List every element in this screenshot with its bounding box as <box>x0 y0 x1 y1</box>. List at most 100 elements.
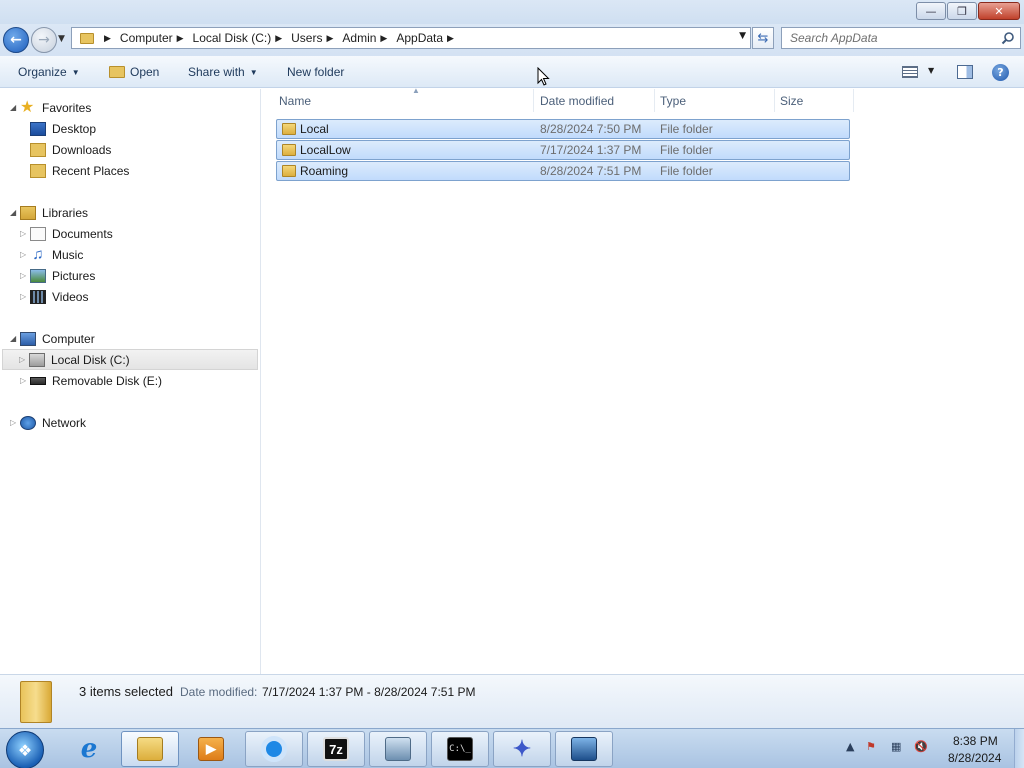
nav-recent-places[interactable]: Recent Places <box>30 160 129 181</box>
nav-computer[interactable]: ◢ Computer <box>10 328 95 349</box>
chevron-down-icon: ▼ <box>249 67 258 77</box>
taskbar-internet-explorer[interactable]: e <box>60 731 118 767</box>
breadcrumb-local-disk[interactable]: Local Disk (C:) ▶ <box>193 31 292 45</box>
change-view-icon[interactable] <box>902 66 918 78</box>
nav-network[interactable]: ▷ Network <box>10 412 86 433</box>
nav-favorites[interactable]: ◢ ★ Favorites <box>10 97 91 118</box>
breadcrumb-root-arrow[interactable]: ▶ <box>100 33 120 44</box>
file-date: 8/28/2024 7:50 PM <box>540 122 642 136</box>
column-header-type[interactable]: Type <box>655 89 775 112</box>
search-icon[interactable] <box>1001 31 1015 45</box>
bird-icon: ✦ <box>512 736 532 761</box>
folder-icon <box>282 123 296 135</box>
taskbar-bird-app[interactable]: ✦ <box>493 731 551 767</box>
refresh-button[interactable]: ⇆ <box>752 27 774 49</box>
start-button[interactable]: ❖ <box>6 731 44 768</box>
nav-downloads[interactable]: Downloads <box>30 139 111 160</box>
documents-icon <box>30 226 46 241</box>
show-hidden-icons-icon[interactable]: ▲ <box>846 740 854 753</box>
nav-label: Music <box>52 247 84 262</box>
view-options-dropdown[interactable]: ▼ <box>928 66 934 75</box>
taskbar-virtualbox[interactable] <box>555 731 613 767</box>
nav-label: Local Disk (C:) <box>51 352 130 367</box>
column-header-name[interactable]: Name ▲ <box>274 86 534 112</box>
network-status-icon[interactable]: ▦ <box>891 740 901 753</box>
expand-arrow-icon[interactable]: ▷ <box>20 229 30 238</box>
file-type: File folder <box>660 143 713 157</box>
expand-arrow-icon[interactable]: ▷ <box>20 271 30 280</box>
expand-arrow-icon[interactable]: ▷ <box>10 418 20 427</box>
volume-muted-icon[interactable]: 🔇 <box>914 740 928 753</box>
selection-count: 3 items selected <box>79 684 173 699</box>
breadcrumb-admin[interactable]: Admin ▶ <box>342 31 396 45</box>
title-bar: — ❐ ✕ <box>0 0 1024 24</box>
expand-arrow-icon[interactable]: ▷ <box>20 376 30 385</box>
taskbar-notepad[interactable] <box>369 731 427 767</box>
nav-local-disk[interactable]: ▷ Local Disk (C:) <box>2 349 258 370</box>
close-button[interactable]: ✕ <box>978 2 1020 20</box>
expand-arrow-icon[interactable]: ▷ <box>20 250 30 259</box>
back-button[interactable]: ← <box>3 27 29 53</box>
file-list[interactable]: Name ▲ Date modified Type Size Local 8/2… <box>262 86 1024 674</box>
taskbar-windows-explorer[interactable] <box>121 731 179 767</box>
nav-label: Recent Places <box>52 163 130 178</box>
help-icon[interactable]: ? <box>992 64 1009 81</box>
command-bar: Organize ▼ Open Share with ▼ New folder ▼ … <box>0 56 1024 88</box>
expand-arrow-icon[interactable]: ◢ <box>10 103 20 112</box>
removable-disk-icon <box>30 376 46 385</box>
action-center-icon[interactable]: ⚑ <box>866 740 876 753</box>
taskbar-7zip[interactable]: 7z <box>307 731 365 767</box>
new-folder-label: New folder <box>287 65 345 79</box>
computer-icon <box>20 331 36 346</box>
folder-icon <box>282 144 296 156</box>
expand-arrow-icon[interactable]: ▷ <box>19 355 29 364</box>
expand-arrow-icon[interactable]: ◢ <box>10 208 20 217</box>
chrome-icon <box>261 736 287 762</box>
nav-removable-disk[interactable]: ▷ Removable Disk (E:) <box>20 370 162 391</box>
downloads-icon <box>30 142 46 157</box>
cube-icon <box>571 737 597 761</box>
show-desktop-button[interactable] <box>1014 729 1024 768</box>
breadcrumb-users[interactable]: Users ▶ <box>291 31 342 45</box>
nav-label: Removable Disk (E:) <box>52 373 163 388</box>
organize-button[interactable]: Organize ▼ <box>18 65 80 79</box>
nav-label: Network <box>42 415 87 430</box>
clock-date[interactable]: 8/28/2024 <box>948 751 1001 765</box>
minimize-button[interactable]: — <box>916 2 946 20</box>
nav-label: Desktop <box>52 121 97 136</box>
nav-documents[interactable]: ▷ Documents <box>20 223 113 244</box>
recent-pages-dropdown[interactable]: ▼ <box>58 34 65 44</box>
search-input[interactable] <box>790 31 990 45</box>
nav-desktop[interactable]: Desktop <box>30 118 96 139</box>
search-box[interactable] <box>781 27 1021 49</box>
taskbar-media-player[interactable]: ▶ <box>182 731 240 767</box>
taskbar-command-prompt[interactable]: C:\_ <box>431 731 489 767</box>
taskbar-chrome[interactable] <box>245 731 303 767</box>
open-button[interactable]: Open <box>109 65 159 79</box>
maximize-button[interactable]: ❐ <box>947 2 977 20</box>
file-date: 8/28/2024 7:51 PM <box>540 164 642 178</box>
column-header-date-modified[interactable]: Date modified <box>535 89 655 112</box>
nav-music[interactable]: ▷ ♫ Music <box>20 244 83 265</box>
file-row[interactable]: Roaming 8/28/2024 7:51 PM File folder <box>276 161 850 181</box>
new-folder-button[interactable]: New folder <box>287 65 344 79</box>
expand-arrow-icon[interactable]: ◢ <box>10 334 20 343</box>
share-with-button[interactable]: Share with ▼ <box>188 65 258 79</box>
file-row[interactable]: Local 8/28/2024 7:50 PM File folder <box>276 119 850 139</box>
breadcrumb-appdata[interactable]: AppData ▶ <box>396 31 463 45</box>
nav-videos[interactable]: ▷ Videos <box>20 286 88 307</box>
nav-libraries[interactable]: ◢ Libraries <box>10 202 88 223</box>
chevron-down-icon: ▼ <box>71 67 80 77</box>
nav-pictures[interactable]: ▷ Pictures <box>20 265 95 286</box>
breadcrumb-computer[interactable]: Computer ▶ <box>120 31 193 45</box>
column-header-size[interactable]: Size <box>775 89 854 112</box>
expand-arrow-icon[interactable]: ▷ <box>20 292 30 301</box>
forward-button[interactable]: → <box>31 27 57 53</box>
address-history-dropdown[interactable]: ▼ <box>739 31 746 41</box>
clock-time[interactable]: 8:38 PM <box>953 734 998 748</box>
file-row[interactable]: LocalLow 7/17/2024 1:37 PM File folder <box>276 140 850 160</box>
preview-pane-icon[interactable] <box>957 65 973 79</box>
network-icon <box>20 415 36 430</box>
address-bar[interactable]: ▶ Computer ▶ Local Disk (C:) ▶ Users ▶ Admi… <box>71 27 751 49</box>
file-type: File folder <box>660 122 713 136</box>
